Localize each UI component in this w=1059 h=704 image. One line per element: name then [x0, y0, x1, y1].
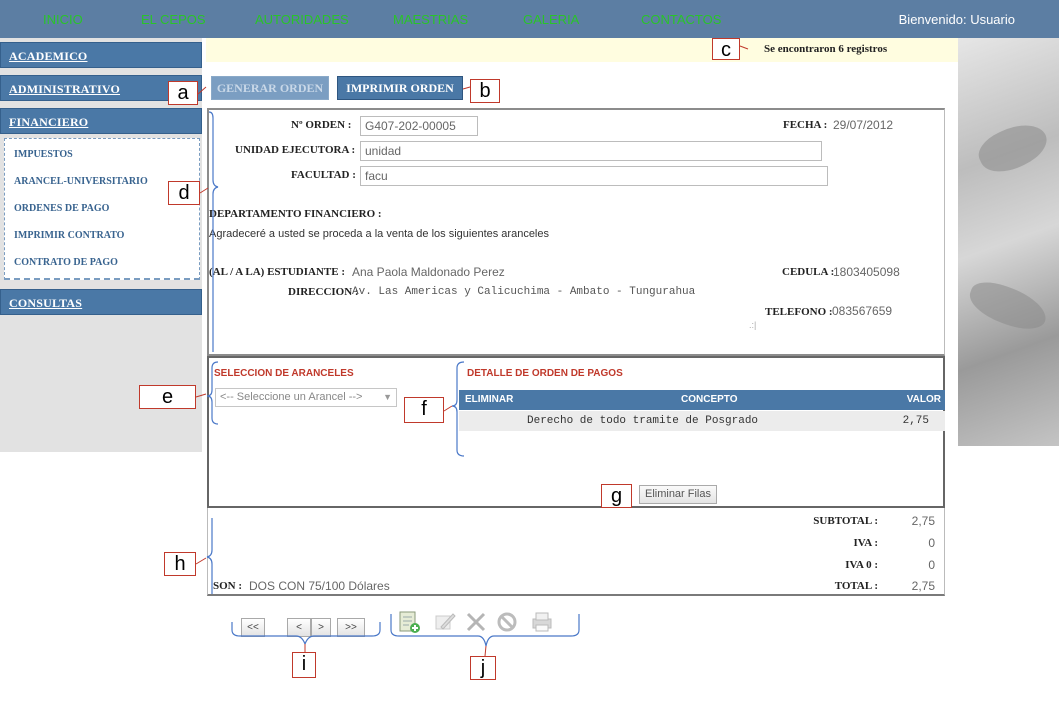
son-value: DOS CON 75/100 Dólares — [249, 579, 390, 593]
callout-d: d — [168, 181, 200, 205]
nav-link-el-cepos[interactable]: EL CEPOS — [141, 12, 206, 27]
pager-last-button[interactable]: >> — [337, 618, 365, 637]
facultad-label: FACULTAD : — [291, 169, 356, 181]
callout-i: i — [292, 652, 316, 678]
callout-e: e — [139, 385, 196, 409]
direccion-field[interactable]: Av. Las Americas y Calicuchima - Ambato … — [352, 286, 695, 298]
hand-shape — [972, 115, 1054, 181]
resize-handle-icon[interactable]: .:| — [749, 320, 756, 330]
sidebar-item-label: FINANCIERO — [9, 115, 89, 129]
estudiante-value: Ana Paola Maldonado Perez — [352, 265, 505, 279]
unidad-label: UNIDAD EJECUTORA : — [235, 144, 356, 156]
departamento-label: DEPARTAMENTO FINANCIERO : — [209, 208, 382, 220]
callout-g: g — [601, 484, 632, 508]
departamento-text: Agradeceré a usted se proceda a la venta… — [209, 228, 549, 240]
cancel-icon[interactable] — [494, 609, 520, 635]
subtotal-label: SUBTOTAL : — [813, 515, 878, 527]
detalle-table-header: ELIMINAR CONCEPTO VALOR — [459, 390, 945, 410]
cedula-label: CEDULA : — [782, 266, 835, 278]
orden-field[interactable]: G407-202-00005 — [360, 116, 478, 136]
nav-link-galeria[interactable]: GALERIA — [523, 12, 579, 27]
submenu-item-ordenes-de-pago[interactable]: ORDENES DE PAGO — [14, 203, 109, 214]
delete-icon[interactable] — [463, 609, 489, 635]
row-valor: 2,75 — [902, 415, 929, 427]
submenu-item-arancel-universitario[interactable]: ARANCEL-UNIVERSITARIO — [14, 176, 148, 187]
telefono-value: 083567659 — [832, 304, 893, 318]
imprimir-orden-button[interactable]: IMPRIMIR ORDEN — [337, 76, 463, 100]
arancel-select-value: <-- Seleccione un Arancel --> — [220, 391, 363, 403]
decorative-photo — [958, 38, 1059, 446]
generar-orden-button[interactable]: GENERAR ORDEN — [211, 76, 329, 100]
sidebar-item-label: CONSULTAS — [9, 296, 83, 310]
welcome-text: Bienvenido: Usuario — [898, 12, 1015, 27]
new-record-icon[interactable] — [396, 609, 422, 635]
sidebar-item-financiero[interactable]: FINANCIERO — [0, 108, 202, 134]
sidebar-item-label: ADMINISTRATIVO — [9, 82, 121, 96]
iva0-label: IVA 0 : — [845, 559, 878, 571]
nav-link-inicio[interactable]: INICIO — [43, 12, 83, 27]
sidebar-item-label: ACADEMICO — [9, 49, 88, 63]
callout-h: h — [164, 552, 196, 576]
submenu-item-impuestos[interactable]: IMPUESTOS — [14, 149, 73, 160]
orden-label: Nº ORDEN : — [291, 119, 352, 131]
column-header-valor: VALOR — [906, 394, 941, 405]
seleccion-aranceles-title: SELECCION DE ARANCELES — [214, 368, 354, 379]
pager-first-button[interactable]: << — [241, 618, 265, 637]
sidebar-item-consultas[interactable]: CONSULTAS — [0, 289, 202, 315]
financiero-submenu: IMPUESTOS ARANCEL-UNIVERSITARIO ORDENES … — [4, 138, 200, 280]
column-header-eliminar: ELIMINAR — [465, 394, 514, 405]
pager-prev-button[interactable]: < — [287, 618, 311, 637]
total-label: TOTAL : — [834, 580, 878, 592]
eliminar-filas-button[interactable]: Eliminar Filas — [639, 485, 717, 504]
column-header-concepto: CONCEPTO — [681, 394, 738, 405]
cedula-value: 1803405098 — [833, 265, 900, 279]
fecha-label: FECHA : — [783, 119, 828, 131]
nav-link-contactos[interactable]: CONTACTOS — [641, 12, 721, 27]
top-nav-bar: INICIO EL CEPOS AUTORIDADES MAESTRIAS GA… — [0, 0, 1059, 38]
detalle-orden-title: DETALLE DE ORDEN DE PAGOS — [467, 368, 623, 379]
sidebar-item-academico[interactable]: ACADEMICO — [0, 42, 202, 68]
callout-f: f — [404, 397, 444, 423]
records-notice: Se encontraron 6 registros — [206, 38, 958, 62]
row-concepto: Derecho de todo tramite de Posgrado — [527, 415, 759, 427]
print-icon[interactable] — [529, 609, 555, 635]
total-value: 2,75 — [911, 579, 935, 593]
submenu-item-contrato-de-pago[interactable]: CONTRATO DE PAGO — [14, 257, 118, 268]
table-row[interactable]: Derecho de todo tramite de Posgrado 2,75 — [459, 411, 945, 431]
callout-c: c — [712, 38, 740, 61]
iva-value: 0 — [928, 536, 935, 550]
order-form: Nº ORDEN : G407-202-00005 FECHA : 29/07/… — [207, 108, 945, 356]
nav-link-maestrias[interactable]: MAESTRIAS — [393, 12, 468, 27]
aranceles-section: SELECCION DE ARANCELES <-- Seleccione un… — [207, 356, 945, 508]
arancel-select[interactable]: <-- Seleccione un Arancel --> ▼ — [215, 388, 397, 407]
direccion-label: DIRECCION : — [288, 286, 359, 298]
totals-section: SUBTOTAL : 2,75 IVA : 0 IVA 0 : 0 TOTAL … — [207, 508, 945, 596]
callout-a: a — [168, 81, 198, 105]
subtotal-value: 2,75 — [911, 514, 935, 528]
fecha-value: 29/07/2012 — [833, 118, 894, 132]
iva0-value: 0 — [928, 558, 935, 572]
facultad-field[interactable]: facu — [360, 166, 828, 186]
chevron-down-icon: ▼ — [383, 392, 392, 402]
nav-link-autoridades[interactable]: AUTORIDADES — [255, 12, 349, 27]
callout-j: j — [470, 656, 496, 680]
submenu-item-imprimir-contrato[interactable]: IMPRIMIR CONTRATO — [14, 230, 124, 241]
records-notice-text: Se encontraron 6 registros — [764, 43, 888, 55]
hand-shape — [964, 275, 1052, 337]
pager-next-button[interactable]: > — [311, 618, 331, 637]
callout-b: b — [470, 79, 500, 103]
unidad-field[interactable]: unidad — [360, 141, 822, 161]
son-label: SON : — [213, 580, 243, 592]
estudiante-label: (AL / A LA) ESTUDIANTE : — [209, 266, 346, 278]
edit-icon[interactable] — [432, 609, 458, 635]
iva-label: IVA : — [853, 537, 878, 549]
telefono-label: TELEFONO : — [765, 306, 833, 318]
